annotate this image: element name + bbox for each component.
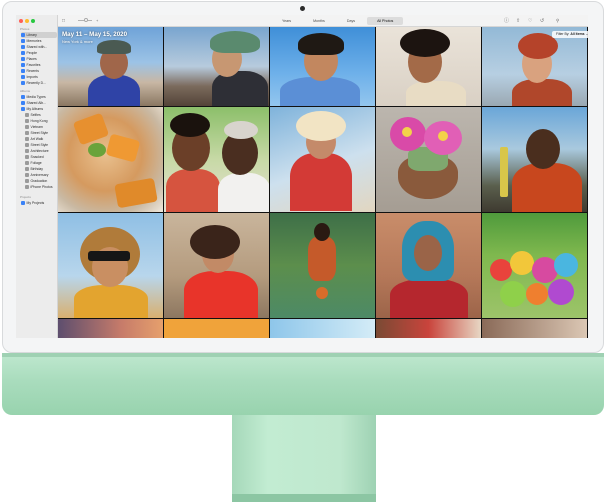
folder-icon xyxy=(21,95,25,99)
album-thumb-icon xyxy=(25,119,29,123)
album-thumb-icon xyxy=(25,179,29,183)
sidebar-section-projects: Projects xyxy=(20,195,31,199)
camera-icon xyxy=(300,6,305,11)
memories-icon xyxy=(21,39,25,43)
imac-chin xyxy=(2,353,604,415)
photo-thumbnail[interactable] xyxy=(270,213,375,318)
sidebar-section-photos: Photos xyxy=(20,27,30,31)
imac-stand-foot xyxy=(232,494,376,502)
view-segmented-control: Years Months Days All Photos xyxy=(272,17,404,25)
album-thumb-icon xyxy=(25,167,29,171)
sidebar-item-album[interactable]: iPhone Photos xyxy=(25,184,61,190)
trash-icon xyxy=(21,81,25,85)
filter-by-dropdown[interactable]: Filter By: All Items ⌄ xyxy=(552,31,588,38)
filter-prefix: Filter By: xyxy=(556,32,570,36)
rotate-icon[interactable]: ↺ xyxy=(540,18,544,24)
sidebar-item-label: My Projects xyxy=(26,201,45,205)
heart-icon[interactable]: ♡ xyxy=(528,18,532,24)
chevron-down-icon: ⌄ xyxy=(585,32,588,36)
photo-thumbnail[interactable] xyxy=(58,213,163,318)
sidebar-item-label: iPhone Photos xyxy=(30,185,53,189)
photo-thumbnail[interactable] xyxy=(270,27,375,106)
sidebar-toggle-icon[interactable]: □ xyxy=(62,18,65,24)
library-icon xyxy=(21,33,25,37)
tab-all-photos[interactable]: All Photos xyxy=(367,17,404,25)
folder-icon xyxy=(21,201,25,205)
album-thumb-icon xyxy=(25,131,29,135)
photo-thumbnail[interactable] xyxy=(270,319,375,338)
photo-thumbnail[interactable] xyxy=(164,213,269,318)
imac-chin-edge xyxy=(2,353,604,357)
album-thumb-icon xyxy=(25,161,29,165)
photo-thumbnail[interactable] xyxy=(376,319,481,338)
zoom-window-button[interactable] xyxy=(31,19,35,23)
sidebar-item-recently-deleted[interactable]: Recently D... xyxy=(21,80,57,86)
tab-years[interactable]: Years xyxy=(272,17,301,25)
photo-thumbnail[interactable] xyxy=(58,319,163,338)
photo-thumbnail[interactable] xyxy=(164,319,269,338)
import-icon xyxy=(21,75,25,79)
zoom-slider-knob[interactable] xyxy=(84,18,88,22)
toolbar: □ + Years Months Days All Photos ⓘ ⇧ ♡ ↺… xyxy=(58,15,588,27)
album-thumb-icon xyxy=(25,143,29,147)
tab-months[interactable]: Months xyxy=(303,17,335,25)
location-subtitle: New York & more xyxy=(62,39,93,44)
minimize-window-button[interactable] xyxy=(25,19,29,23)
heart-icon xyxy=(21,63,25,67)
clock-icon xyxy=(21,69,25,73)
photos-app-window: Photos Library Memories Shared with... P… xyxy=(16,15,588,338)
imac-stand xyxy=(232,415,376,502)
photo-thumbnail[interactable] xyxy=(376,27,481,106)
photo-thumbnail[interactable] xyxy=(58,107,163,212)
info-icon[interactable]: ⓘ xyxy=(504,18,509,24)
imac-device: Photos Library Memories Shared with... P… xyxy=(0,0,606,502)
album-thumb-icon xyxy=(25,185,29,189)
album-thumb-icon xyxy=(25,137,29,141)
photo-grid xyxy=(58,27,588,338)
sidebar-item-my-projects[interactable]: My Projects xyxy=(21,200,57,206)
date-header: May 11 – May 15, 2020 New York & more xyxy=(62,31,182,44)
close-window-button[interactable] xyxy=(19,19,23,23)
filter-value: All Items xyxy=(570,32,585,36)
folder-icon xyxy=(21,107,25,111)
photo-thumbnail[interactable] xyxy=(482,27,587,106)
album-thumb-icon xyxy=(25,113,29,117)
photo-thumbnail[interactable] xyxy=(270,107,375,212)
photo-thumbnail[interactable] xyxy=(482,107,587,212)
sidebar: Photos Library Memories Shared with... P… xyxy=(16,15,58,338)
folder-icon xyxy=(21,101,25,105)
search-icon[interactable]: ⚲ xyxy=(556,18,559,24)
zoom-in-icon[interactable]: + xyxy=(96,18,98,24)
photo-thumbnail[interactable] xyxy=(376,213,481,318)
photo-thumbnail[interactable] xyxy=(164,107,269,212)
photo-thumbnail[interactable] xyxy=(376,107,481,212)
places-icon xyxy=(21,57,25,61)
album-thumb-icon xyxy=(25,173,29,177)
date-range-title: May 11 – May 15, 2020 xyxy=(62,31,128,38)
album-thumb-icon xyxy=(25,149,29,153)
album-thumb-icon xyxy=(25,125,29,129)
tab-days[interactable]: Days xyxy=(337,17,365,25)
sidebar-item-label: Recently D... xyxy=(26,81,46,85)
photo-thumbnail[interactable] xyxy=(482,213,587,318)
people-icon xyxy=(21,51,25,55)
share-icon[interactable]: ⇧ xyxy=(516,18,520,24)
shared-icon xyxy=(21,45,25,49)
album-thumb-icon xyxy=(25,155,29,159)
sidebar-section-albums: Albums xyxy=(20,89,31,93)
photo-thumbnail[interactable] xyxy=(482,319,587,338)
